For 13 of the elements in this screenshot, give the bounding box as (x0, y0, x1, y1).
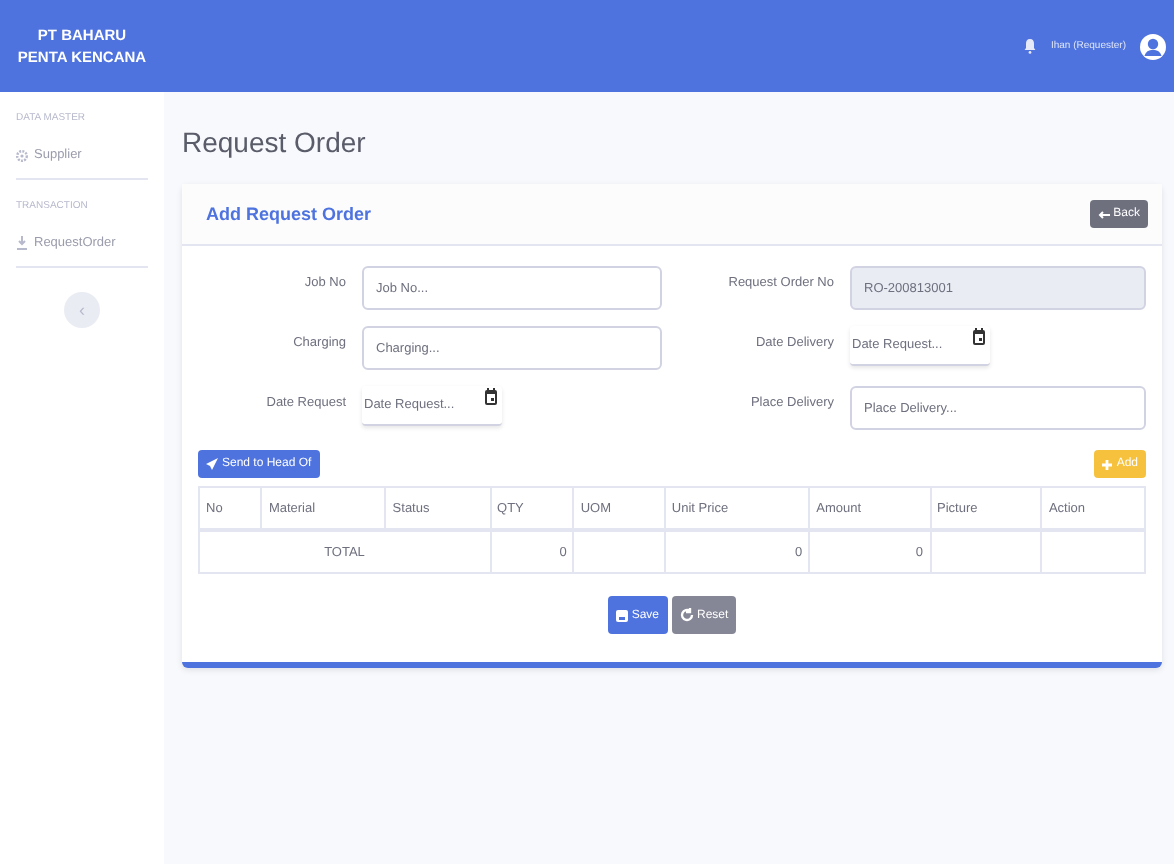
page-title: Request Order (182, 126, 368, 158)
refresh-icon (679, 608, 693, 622)
calendar-icon[interactable] (972, 328, 986, 346)
avatar-icon[interactable] (1140, 33, 1166, 59)
gear-icon (16, 149, 28, 161)
send-icon (206, 458, 218, 470)
bell-icon[interactable] (1024, 38, 1037, 54)
arrow-left-icon (1097, 209, 1110, 219)
download-icon (16, 236, 28, 250)
calendar-icon[interactable] (484, 388, 498, 406)
plus-icon (1102, 459, 1113, 469)
card-title: Add Request Order (206, 204, 372, 224)
floppy-icon (615, 609, 628, 621)
